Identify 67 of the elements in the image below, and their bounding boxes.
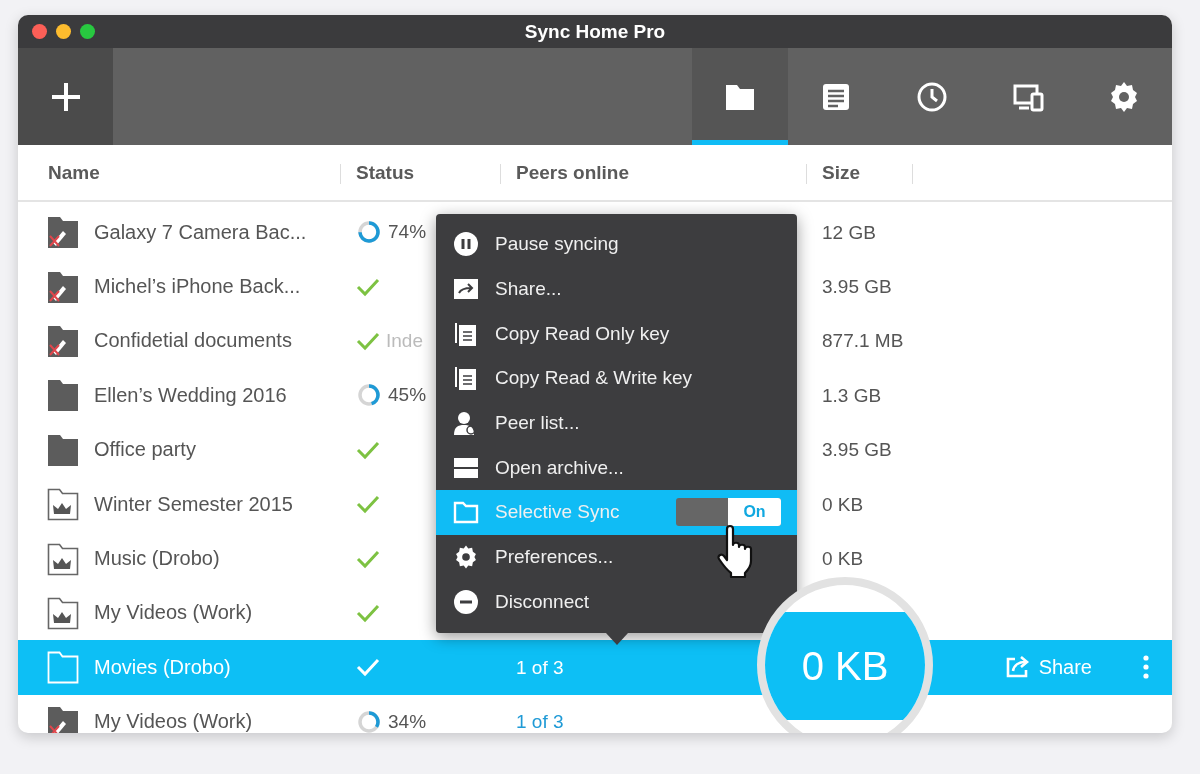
folder-size: 0 KB [822, 493, 864, 515]
folder-icon [47, 650, 79, 685]
magnified-size: 0 KB [801, 643, 889, 689]
folder-icon [47, 432, 79, 467]
column-header[interactable]: Status [356, 161, 415, 184]
column-header[interactable]: Size [822, 161, 861, 184]
pause-icon [453, 231, 479, 258]
check-icon [356, 494, 380, 515]
menu-item[interactable]: Disconnect [436, 579, 601, 625]
folder-icon [47, 378, 79, 413]
folder-size: 0 KB [822, 548, 864, 570]
zoom-button[interactable] [80, 24, 95, 39]
folder-name[interactable]: Winter Semester 2015 [94, 492, 293, 516]
folder-name[interactable]: Office party [94, 438, 196, 462]
check-icon [356, 276, 380, 297]
status-note: Inde [386, 329, 423, 352]
check-icon [356, 439, 380, 460]
progress-text: 74% [388, 221, 427, 244]
folder-name[interactable]: My Videos (Work) [94, 710, 253, 733]
share-icon [1004, 655, 1031, 680]
crown-folder-icon [47, 541, 79, 576]
check-icon [356, 657, 380, 678]
check-icon [356, 602, 380, 623]
menu-item[interactable]: Pause syncing [436, 222, 631, 267]
close-button[interactable] [32, 24, 47, 39]
column-header[interactable]: Peers online [516, 161, 629, 184]
window-title: Sync Home Pro [524, 20, 666, 43]
folder-name[interactable]: Michel’s iPhone Back... [94, 275, 301, 299]
restricted-folder-icon [47, 269, 79, 304]
clock-icon [916, 80, 948, 113]
menu-item[interactable]: Open archive... [436, 445, 636, 491]
folder-size: 3.95 GB [822, 276, 892, 298]
folder-name[interactable]: Ellen’s Wedding 2016 [94, 383, 287, 407]
folders-tab[interactable] [692, 48, 788, 145]
folder-name[interactable]: Galaxy 7 Camera Bac... [94, 220, 307, 244]
folder-icon [453, 499, 479, 526]
menu-item[interactable]: Copy Read & Write key [436, 356, 705, 401]
menu-item[interactable]: Preferences... [436, 534, 626, 580]
folder-size: 1.3 GB [822, 384, 882, 406]
folder-name[interactable]: Music (Drobo) [94, 547, 220, 571]
column-header[interactable]: Name [48, 161, 100, 184]
menu-item[interactable]: Copy Read Only key [436, 311, 682, 357]
add-button[interactable] [18, 48, 113, 145]
hand-cursor-icon [715, 523, 755, 579]
folder-size: 877.1 MB [822, 330, 904, 352]
folder-name[interactable]: My Videos (Work) [94, 601, 253, 625]
folder-size: 12 GB [822, 221, 876, 243]
settings-icon [453, 544, 479, 571]
progress-ring [356, 708, 382, 733]
menu-item[interactable]: Share... [436, 266, 574, 312]
check-icon [356, 548, 380, 569]
crown-folder-icon [47, 487, 79, 522]
copy-icon [453, 365, 479, 392]
check-icon [356, 330, 380, 351]
progress-text: 34% [388, 710, 427, 733]
progress-ring [356, 382, 382, 409]
restricted-folder-icon [47, 215, 79, 250]
restricted-folder-icon [47, 323, 79, 358]
progress-ring [356, 219, 382, 246]
crown-folder-icon [47, 595, 79, 630]
folder-size: 3.95 GB [822, 439, 892, 461]
minimize-button[interactable] [56, 24, 71, 39]
disconnect-icon [453, 588, 479, 615]
copy-icon [453, 320, 479, 347]
folder-name[interactable]: Confidetial documents [94, 329, 292, 353]
menu-item[interactable]: Peer list... [436, 400, 592, 446]
progress-text: 45% [388, 384, 427, 407]
